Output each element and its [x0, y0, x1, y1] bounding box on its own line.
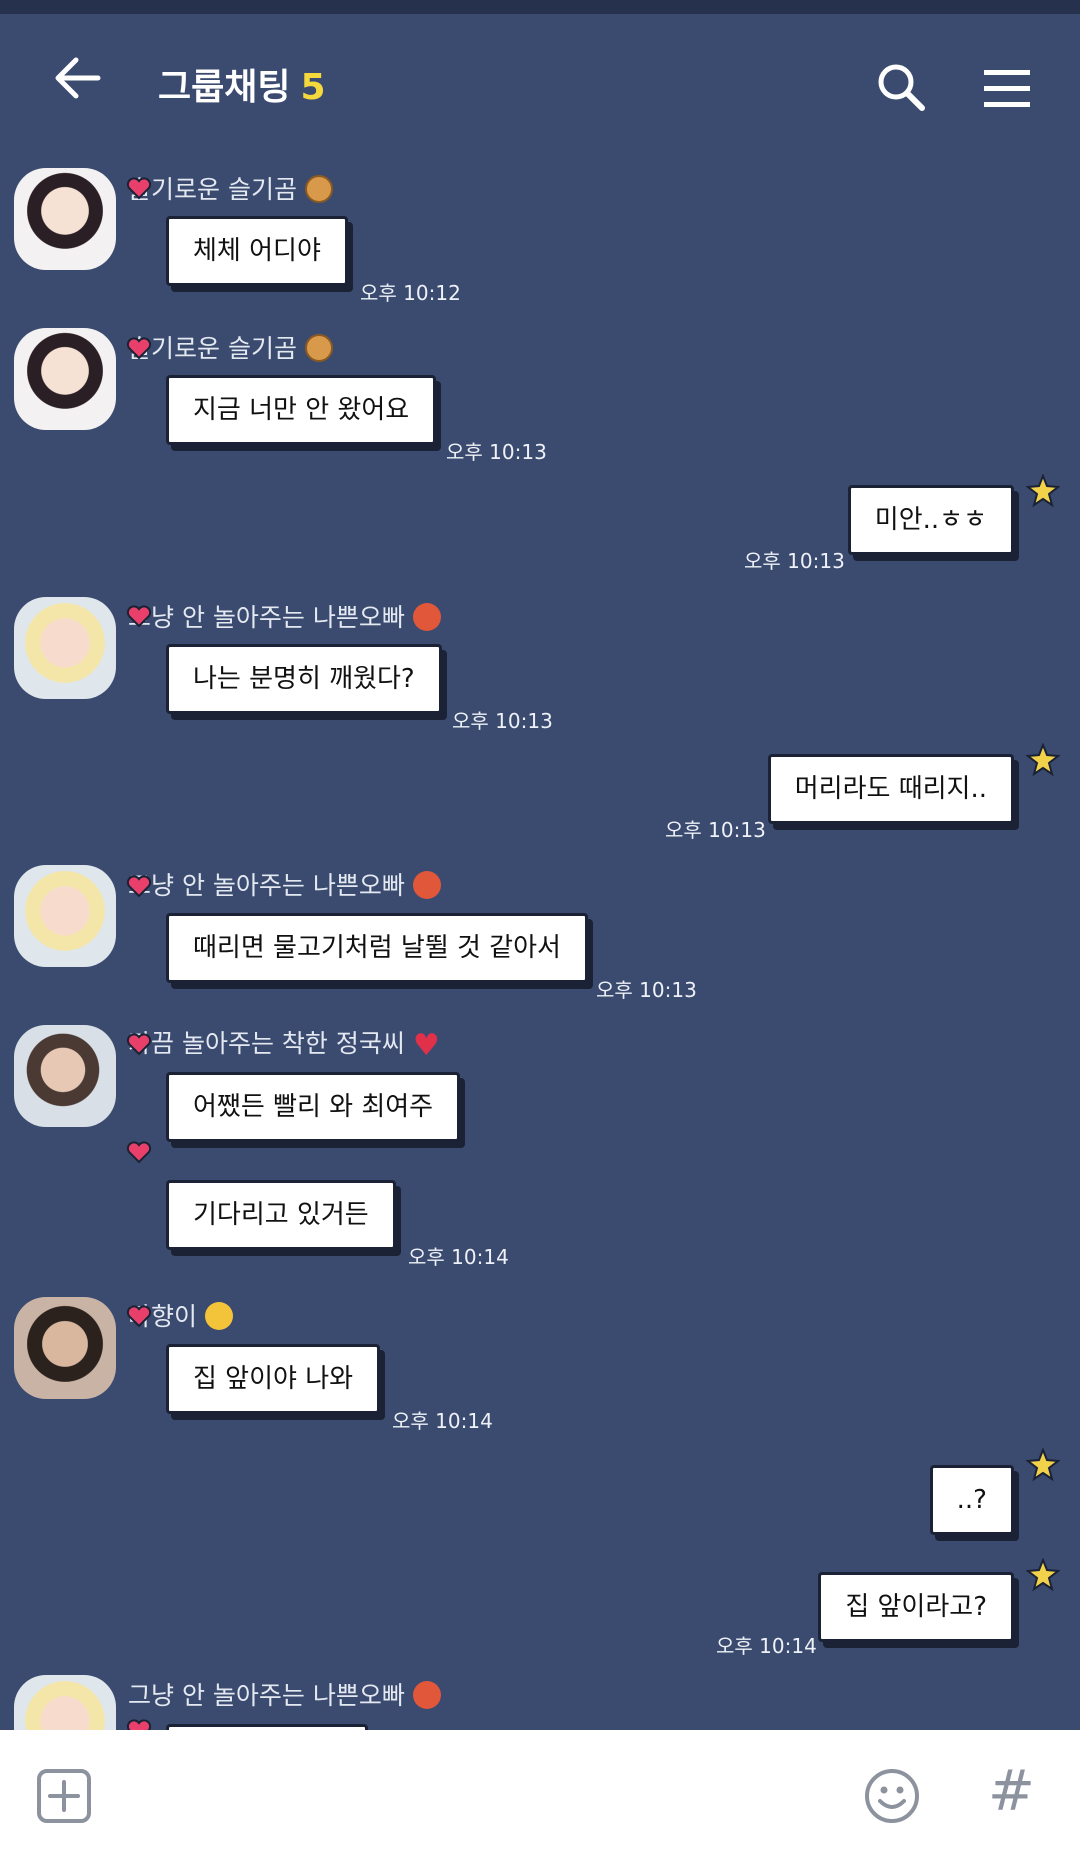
sender-name-text: 가끔 놀아주는 착한 정국씨 — [128, 1029, 405, 1058]
message-bubble[interactable]: 집 앞이야 나와 — [166, 1344, 381, 1414]
message-time: 오후 10:13 — [596, 978, 697, 1002]
my-message-bubble[interactable]: ..? — [929, 1465, 1014, 1535]
avatar[interactable] — [14, 1025, 116, 1127]
angry-emoji-icon — [412, 871, 441, 899]
star-icon — [1026, 474, 1060, 508]
avatar[interactable] — [14, 1297, 116, 1399]
message-bubble[interactable]: 때리면 물고기처럼 날뛸 것 같아서 — [166, 913, 588, 983]
heart-icon — [126, 1719, 152, 1730]
sender-name-text: 슬기로운 슬기곰 — [128, 334, 297, 363]
search-icon[interactable] — [876, 62, 926, 112]
chat-title: 그룹채팅 5 — [158, 58, 326, 110]
message-bubble[interactable]: 지금 너만 안 왔어요 — [166, 375, 437, 445]
message-time: 오후 10:14 — [408, 1245, 509, 1269]
sender-name: 그냥 안 놀아주는 나쁜오빠 — [128, 866, 441, 902]
message-bubble[interactable]: 체체 어디야 — [166, 216, 348, 286]
sender-name: 가끔 놀아주는 착한 정국씨 ♥ — [128, 1024, 440, 1063]
heart-icon — [126, 875, 152, 898]
angry-emoji-icon — [412, 603, 441, 631]
sender-name-text: 그냥 안 놀아주는 나쁜오빠 — [128, 871, 405, 900]
avatar[interactable] — [14, 1675, 116, 1730]
heart-icon — [126, 1141, 152, 1164]
status-strip — [0, 0, 1080, 14]
message-time: 오후 10:14 — [716, 1634, 817, 1658]
message-time: 오후 10:13 — [744, 549, 845, 573]
message-time: 오후 10:12 — [360, 281, 461, 305]
my-message-bubble[interactable]: 집 앞이라고? — [818, 1572, 1014, 1642]
heart-icon — [126, 1305, 152, 1328]
input-bar: # — [0, 1730, 1080, 1857]
message-time: 오후 10:13 — [452, 709, 553, 733]
sender-name-text: 슬기로운 슬기곰 — [128, 175, 297, 204]
heart-icon — [126, 605, 152, 628]
hashtag-icon[interactable]: # — [988, 1762, 1035, 1822]
my-message-bubble[interactable]: 미안..ㅎㅎ — [847, 485, 1014, 555]
chat-messages[interactable]: 슬기로운 슬기곰 체체 어디야 오후 10:12 슬기로운 슬기곰 지금 너만 … — [0, 134, 1080, 1730]
back-arrow-icon[interactable] — [52, 56, 102, 100]
message-time: 오후 10:14 — [392, 1409, 493, 1433]
heart-eyes-emoji-icon — [205, 1302, 234, 1330]
sender-name-text: 그냥 안 놀아주는 나쁜오빠 — [128, 603, 405, 632]
member-count: 5 — [300, 67, 326, 108]
star-icon — [1026, 1448, 1060, 1482]
message-time: 오후 10:13 — [446, 440, 547, 464]
star-icon — [1026, 1558, 1060, 1592]
menu-icon[interactable] — [984, 68, 1030, 108]
my-message-bubble[interactable]: 머리라도 때리지.. — [767, 754, 1014, 824]
heart-icon — [126, 337, 152, 360]
sender-name: 슬기로운 슬기곰 — [128, 329, 333, 365]
bear-emoji-icon — [304, 334, 333, 362]
add-icon[interactable] — [36, 1768, 92, 1824]
heart-icon — [126, 177, 152, 200]
emoji-icon[interactable] — [864, 1768, 920, 1824]
bear-emoji-icon — [304, 175, 333, 203]
sender-name: 슬기로운 슬기곰 — [128, 170, 333, 206]
message-bubble[interactable]: 기다리고 있거든 — [166, 1180, 396, 1250]
angry-emoji-icon — [412, 1681, 441, 1709]
chat-title-text: 그룹채팅 — [158, 67, 291, 108]
avatar[interactable] — [14, 597, 116, 699]
sender-name-text: 그냥 안 놀아주는 나쁜오빠 — [128, 1681, 405, 1710]
red-heart-emoji-icon: ♥ — [412, 1028, 440, 1063]
message-time: 오후 10:13 — [665, 818, 766, 842]
heart-icon — [126, 1033, 152, 1056]
message-bubble[interactable]: 나는 분명히 깨웠다? — [166, 644, 442, 714]
star-icon — [1026, 743, 1060, 777]
avatar[interactable] — [14, 168, 116, 270]
sender-name: 그냥 안 놀아주는 나쁜오빠 — [128, 598, 441, 634]
sender-name: 그냥 안 놀아주는 나쁜오빠 — [128, 1676, 441, 1712]
avatar[interactable] — [14, 865, 116, 967]
avatar[interactable] — [14, 328, 116, 430]
message-bubble[interactable]: 어쨌든 빨리 와 최여주 — [166, 1072, 461, 1142]
chat-header: 그룹채팅 5 — [0, 14, 1080, 134]
